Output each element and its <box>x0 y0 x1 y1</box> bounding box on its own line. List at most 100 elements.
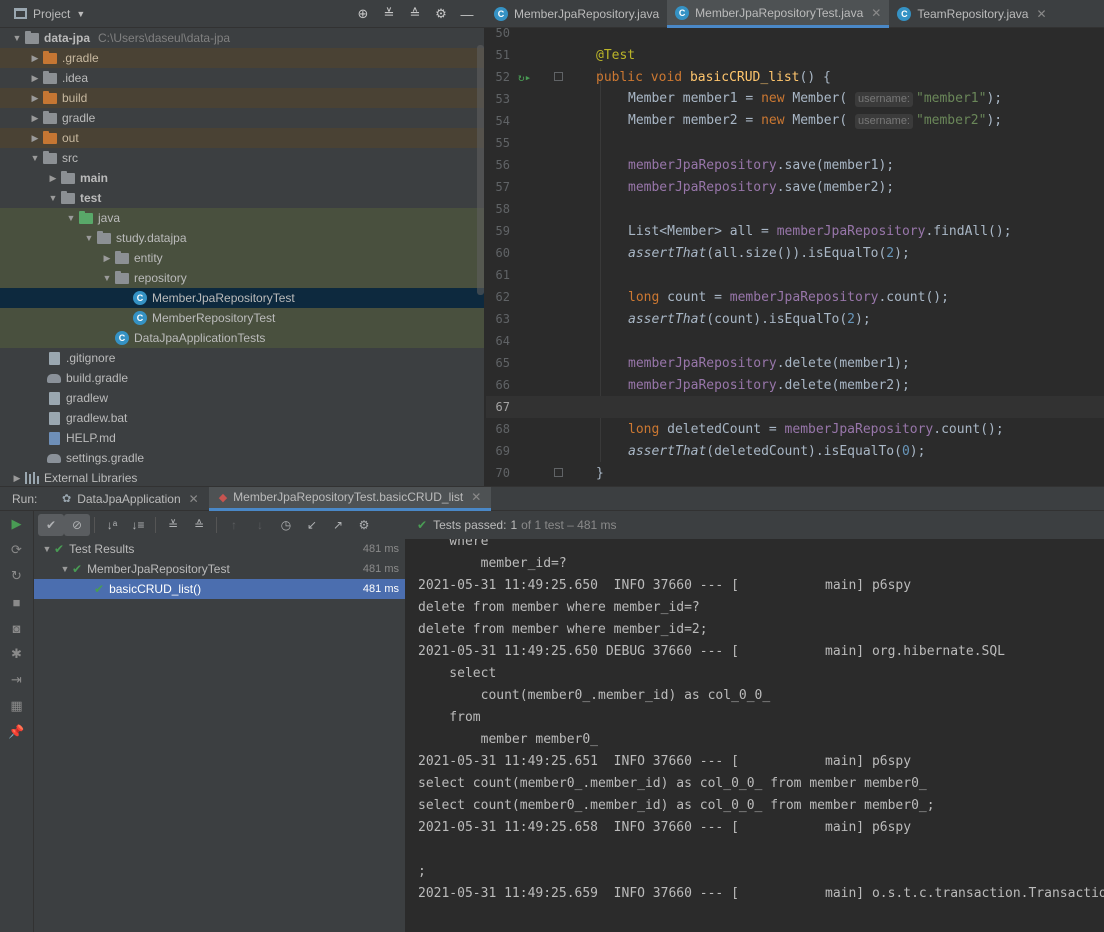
close-icon[interactable]: ✕ <box>189 492 199 506</box>
code-line: 56 memberJpaRepository.save(member1); <box>486 154 1104 176</box>
chevron-down-icon[interactable]: ▼ <box>40 544 54 554</box>
close-icon[interactable]: ✕ <box>471 490 481 504</box>
tree-item-repository[interactable]: ▼ repository <box>0 268 486 288</box>
tree-item-gradle-dir[interactable]: ▶ .gradle <box>0 48 486 68</box>
toggle-auto-test-icon[interactable]: ↻ <box>0 563 33 589</box>
fold-icon[interactable] <box>554 72 563 81</box>
chevron-right-icon[interactable]: ▶ <box>10 473 24 484</box>
close-icon[interactable]: ✕ <box>1036 7 1046 21</box>
expand-all-icon[interactable]: ≚ <box>376 4 402 24</box>
code-punct: ); <box>909 443 926 459</box>
chevron-down-icon[interactable]: ▼ <box>100 273 114 283</box>
chevron-down-icon[interactable]: ▼ <box>46 193 60 203</box>
tree-item-gitignore[interactable]: .gitignore <box>0 348 486 368</box>
line-number: 53 <box>495 92 510 106</box>
tree-item-member-repository-test[interactable]: C MemberRepositoryTest <box>0 308 486 328</box>
tree-item-settings-gradle[interactable]: settings.gradle <box>0 448 486 468</box>
console-line: 2021-05-31 11:49:25.650 INFO 37660 --- [… <box>418 578 912 593</box>
project-scrollbar[interactable] <box>477 45 484 295</box>
field-ref: memberJpaRepository <box>628 355 777 371</box>
tree-item-java[interactable]: ▼ java <box>0 208 486 228</box>
tree-item-src[interactable]: ▼ src <box>0 148 486 168</box>
chevron-right-icon[interactable]: ▶ <box>28 133 42 144</box>
line-number: 60 <box>495 246 510 260</box>
sort-alpha-icon[interactable]: ↓ᵃ <box>99 514 125 536</box>
test-run-icon: ◆ <box>218 491 228 504</box>
run-test-icon[interactable]: ↻▸ <box>518 71 531 84</box>
tree-item-data-jpa-application-tests[interactable]: C DataJpaApplicationTests <box>0 328 486 348</box>
code-call: (all.size()).isEqualTo( <box>706 245 887 261</box>
console-output[interactable]: where member_id=? 2021-05-31 11:49:25.65… <box>406 539 1104 932</box>
console-line: ; <box>418 864 426 879</box>
chevron-right-icon[interactable]: ▶ <box>28 113 42 124</box>
folder-icon <box>42 70 58 85</box>
line-number: 59 <box>495 224 510 238</box>
chevron-down-icon[interactable]: ▼ <box>58 564 72 574</box>
run-tab-data-jpa-application[interactable]: ✿ DataJpaApplication ✕ <box>52 487 209 511</box>
tree-item-data-jpa[interactable]: ▼ data-jpa C:\Users\daseul\data-jpa <box>0 28 486 48</box>
history-icon[interactable]: ◷ <box>273 514 299 536</box>
import-tests-icon[interactable]: ↙ <box>299 514 325 536</box>
fold-icon[interactable] <box>554 468 563 477</box>
next-failed-icon[interactable]: ↓ <box>247 514 273 536</box>
tree-item-test[interactable]: ▼ test <box>0 188 486 208</box>
static-call: assertThat <box>628 311 707 327</box>
code-area[interactable]: 50 51 @Test 52 ↻▸ public void basicCRUD_… <box>486 22 1104 484</box>
test-row-method[interactable]: ✔ basicCRUD_list() 481 ms <box>34 579 405 599</box>
show-passed-icon[interactable]: ✔ <box>38 514 64 536</box>
tree-item-idea[interactable]: ▶ .idea <box>0 68 486 88</box>
chevron-right-icon[interactable]: ▶ <box>28 73 42 84</box>
tree-item-entity[interactable]: ▶ entity <box>0 248 486 268</box>
tree-item-build[interactable]: ▶ build <box>0 88 486 108</box>
tree-item-study-datajpa[interactable]: ▼ study.datajpa <box>0 228 486 248</box>
line-number: 61 <box>495 268 510 282</box>
chevron-down-icon[interactable]: ▼ <box>28 153 42 163</box>
layout-icon[interactable]: ▦ <box>0 693 33 719</box>
minimize-icon[interactable]: — <box>454 4 480 24</box>
tree-item-label: gradlew.bat <box>66 411 128 425</box>
debug-bug-icon[interactable]: ✱ <box>0 641 33 667</box>
gear-icon[interactable]: ⚙ <box>351 514 377 536</box>
tree-item-help-md[interactable]: HELP.md <box>0 428 486 448</box>
tree-item-member-jpa-repository-test[interactable]: C MemberJpaRepositoryTest <box>0 288 486 308</box>
exit-icon[interactable]: ⇥ <box>0 667 33 693</box>
tree-item-build-gradle[interactable]: build.gradle <box>0 368 486 388</box>
tree-item-gradlew[interactable]: gradlew <box>0 388 486 408</box>
rerun-failed-icon[interactable]: ⟳ <box>0 537 33 563</box>
show-ignored-icon[interactable]: ⊘ <box>64 514 90 536</box>
chevron-down-icon[interactable]: ▼ <box>82 233 96 243</box>
export-tests-icon[interactable]: ↗ <box>325 514 351 536</box>
test-row-results[interactable]: ▼ ✔ Test Results 481 ms <box>34 539 405 559</box>
rerun-icon[interactable]: ▶ <box>0 511 33 537</box>
project-title[interactable]: Project <box>33 7 70 21</box>
previous-failed-icon[interactable]: ↑ <box>221 514 247 536</box>
chevron-right-icon[interactable]: ▶ <box>28 93 42 104</box>
chevron-right-icon[interactable]: ▶ <box>46 173 60 184</box>
project-panel: Project ▼ ⊕ ≚ ≙ ⚙ — ▼ data-jpa C:\Users\… <box>0 0 486 486</box>
chevron-down-icon[interactable]: ▼ <box>64 213 78 223</box>
console-line: where <box>418 539 489 549</box>
chevron-down-icon[interactable]: ▼ <box>10 33 24 43</box>
collapse-all-icon[interactable]: ≙ <box>402 4 428 24</box>
chevron-right-icon[interactable]: ▶ <box>100 253 114 264</box>
tree-item-label: HELP.md <box>66 431 116 445</box>
collapse-all-icon[interactable]: ≙ <box>186 514 212 536</box>
chevron-right-icon[interactable]: ▶ <box>28 53 42 64</box>
close-icon[interactable]: ✕ <box>871 6 881 20</box>
tree-item-gradlew-bat[interactable]: gradlew.bat <box>0 408 486 428</box>
stop-icon[interactable]: ■ <box>0 589 33 615</box>
tree-item-gradle[interactable]: ▶ gradle <box>0 108 486 128</box>
run-tab-basic-crud-list[interactable]: ◆ MemberJpaRepositoryTest.basicCRUD_list… <box>208 486 492 511</box>
tree-item-external-libraries[interactable]: ▶ External Libraries <box>0 468 486 486</box>
gear-icon[interactable]: ⚙ <box>428 4 454 24</box>
chevron-down-icon[interactable]: ▼ <box>76 9 85 19</box>
tree-item-main[interactable]: ▶ main <box>0 168 486 188</box>
pin-icon[interactable]: 📌 <box>0 719 33 745</box>
test-row-class[interactable]: ▼ ✔ MemberJpaRepositoryTest 481 ms <box>34 559 405 579</box>
snapshot-icon[interactable]: ◙ <box>0 615 33 641</box>
locate-icon[interactable]: ⊕ <box>350 4 376 24</box>
tree-item-out[interactable]: ▶ out <box>0 128 486 148</box>
sort-duration-icon[interactable]: ↓≡ <box>125 514 151 536</box>
gradle-icon <box>46 371 62 385</box>
expand-all-icon[interactable]: ≚ <box>160 514 186 536</box>
